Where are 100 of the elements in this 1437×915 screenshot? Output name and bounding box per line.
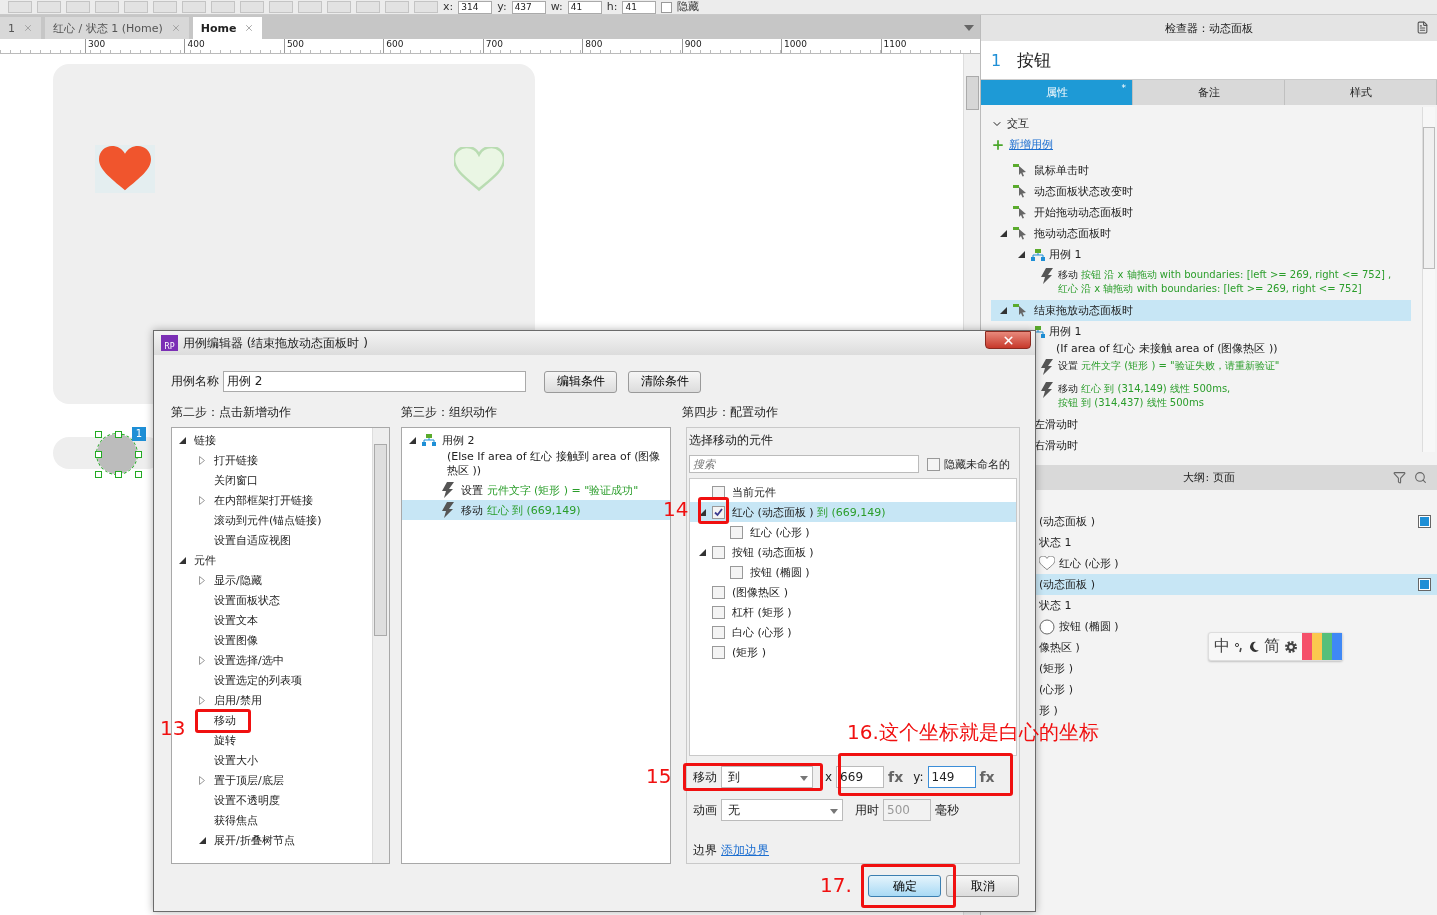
- checkbox[interactable]: [661, 1, 673, 13]
- action-item[interactable]: 旋转: [214, 732, 236, 748]
- action-item[interactable]: 设置图像: [214, 632, 258, 648]
- action-item[interactable]: 设置选定的列表项: [214, 672, 302, 688]
- move-type-select[interactable]: 到: [721, 766, 813, 789]
- outline-item[interactable]: 红心 (心形 ): [1059, 556, 1119, 571]
- input-field[interactable]: 437: [511, 0, 546, 14]
- ime-mode[interactable]: 中: [1214, 636, 1230, 657]
- event-label[interactable]: 鼠标单击时: [1034, 163, 1089, 178]
- caret-icon[interactable]: [800, 776, 808, 782]
- action-item[interactable]: 移动: [214, 712, 236, 728]
- cancel-button[interactable]: 取消: [946, 875, 1019, 897]
- ok-button[interactable]: 确定: [868, 875, 941, 897]
- caret-icon[interactable]: [830, 809, 838, 815]
- animation-select[interactable]: 无: [721, 799, 843, 822]
- case-label[interactable]: 用例 2: [442, 432, 475, 448]
- action-item[interactable]: 设置大小: [214, 752, 258, 768]
- plus-icon[interactable]: [991, 137, 1005, 152]
- widget-item[interactable]: (图像热区 ): [732, 584, 789, 600]
- action-item[interactable]: 关闭窗口: [214, 472, 258, 488]
- fx-button[interactable]: fx: [979, 769, 995, 786]
- expanded-triangle-icon[interactable]: [178, 436, 186, 444]
- search-icon[interactable]: [1414, 471, 1427, 484]
- collapsed-triangle-icon[interactable]: [199, 695, 205, 705]
- close-icon[interactable]: [244, 23, 255, 33]
- input-field[interactable]: 314: [458, 0, 493, 14]
- page-tab[interactable]: Home: [192, 17, 263, 39]
- outline-item[interactable]: 形 ): [1039, 703, 1058, 718]
- scrollbar[interactable]: [1422, 107, 1435, 452]
- action-text[interactable]: 设置 元件文字 (矩形 ) = "验证失败，请重新验证": [1058, 359, 1280, 375]
- outline-item[interactable]: 状态 1: [1039, 598, 1072, 613]
- x-field[interactable]: 669: [836, 766, 885, 789]
- action-item[interactable]: 设置不透明度: [214, 792, 280, 808]
- fx-button[interactable]: fx: [888, 769, 904, 786]
- expanded-triangle-icon[interactable]: [999, 230, 1007, 237]
- dialog-button[interactable]: 编辑条件: [544, 370, 617, 393]
- action-item[interactable]: 展开/折叠树节点: [214, 832, 295, 848]
- action-item[interactable]: 设置文本: [214, 612, 258, 628]
- resize-handle[interactable]: [95, 431, 102, 438]
- outline-item[interactable]: 按钮 (椭圆 ): [1059, 619, 1119, 634]
- expanded-triangle-icon[interactable]: [698, 508, 706, 516]
- close-button[interactable]: [985, 331, 1031, 349]
- moon-icon[interactable]: [1248, 640, 1260, 653]
- widget-item[interactable]: 红心 (心形 ): [750, 524, 810, 540]
- document-icon[interactable]: [1416, 21, 1429, 34]
- action-item[interactable]: 滚动到元件(锚点链接): [214, 512, 322, 528]
- scrollbar-thumb[interactable]: [374, 444, 387, 636]
- checkbox[interactable]: [927, 457, 940, 471]
- search-field[interactable]: 搜索: [689, 455, 919, 473]
- checkbox[interactable]: [712, 605, 725, 619]
- scrollbar-thumb[interactable]: [966, 76, 979, 110]
- action-item[interactable]: 设置面板状态: [214, 592, 280, 608]
- outline-item[interactable]: (心形 ): [1039, 682, 1074, 697]
- dialog-button[interactable]: 清除条件: [628, 370, 701, 393]
- outline-item[interactable]: (矩形 ): [1039, 661, 1074, 676]
- widget-item[interactable]: 杠杆 (矩形 ): [732, 604, 792, 620]
- event-label[interactable]: 拖动动态面板时: [1034, 226, 1111, 241]
- collapsed-triangle-icon[interactable]: [199, 495, 205, 505]
- widget-item[interactable]: 按钮 (椭圆 ): [750, 564, 810, 580]
- add-case-link[interactable]: 新增用例: [1009, 137, 1053, 152]
- action-item[interactable]: 启用/禁用: [214, 692, 262, 708]
- checkbox[interactable]: [712, 645, 725, 659]
- action-item[interactable]: 打开链接: [214, 452, 258, 468]
- collapsed-triangle-icon[interactable]: [199, 775, 205, 785]
- resize-handle[interactable]: [95, 471, 102, 478]
- y-field[interactable]: 149: [927, 766, 976, 789]
- outline-item[interactable]: 像热区 ): [1039, 640, 1080, 655]
- expanded-triangle-icon[interactable]: [408, 436, 416, 444]
- widget-item[interactable]: 白心 (心形 ): [732, 624, 792, 640]
- action-item[interactable]: 设置选择/选中: [214, 652, 284, 668]
- dropdown-caret-icon[interactable]: [964, 25, 974, 31]
- input-field[interactable]: 41: [622, 0, 657, 14]
- checkbox[interactable]: [712, 505, 725, 519]
- collapsed-triangle-icon[interactable]: [199, 455, 205, 465]
- scrollbar-thumb[interactable]: [1423, 127, 1435, 269]
- checkbox[interactable]: [712, 585, 725, 599]
- action-text[interactable]: 移动 红心 到 (314,149) 线性 500ms, 按钮 到 (314,437) 线性 500ms: [1058, 382, 1231, 410]
- filter-icon[interactable]: [1393, 471, 1406, 484]
- resize-handle[interactable]: [115, 431, 122, 438]
- resize-handle[interactable]: [135, 471, 142, 478]
- action-item[interactable]: 置于顶层/底层: [214, 772, 284, 788]
- action-text[interactable]: 移动 按钮 沿 x 轴拖动 with boundaries: [left >= 269, right <= 752] , 红心 沿 x 轴拖动 with boundaries: [left >= 269, right <= 752]: [1058, 268, 1392, 296]
- collapsed-triangle-icon[interactable]: [199, 575, 205, 585]
- case-name-field[interactable]: 用例 2: [223, 371, 526, 392]
- checkbox[interactable]: [712, 625, 725, 639]
- action-item[interactable]: 在内部框架打开链接: [214, 492, 313, 508]
- outline-item[interactable]: (动态面板 ): [1039, 577, 1096, 592]
- action-group[interactable]: 元件: [194, 552, 216, 568]
- punctuation-icon[interactable]: [1234, 640, 1244, 653]
- input-field[interactable]: 41: [567, 0, 602, 14]
- case-label[interactable]: 用例 1: [1049, 247, 1082, 262]
- ime-mode[interactable]: 简: [1264, 636, 1280, 657]
- resize-handle[interactable]: [95, 451, 102, 458]
- expanded-triangle-icon[interactable]: [1017, 251, 1025, 258]
- outline-item[interactable]: (动态面板 ): [1039, 514, 1096, 529]
- action-text[interactable]: 设置 元件文字 (矩形 ) = "验证成功": [461, 482, 639, 498]
- event-label[interactable]: 动态面板状态改变时: [1034, 184, 1133, 199]
- add-bounds-link[interactable]: 添加边界: [721, 841, 769, 859]
- checkbox[interactable]: [730, 565, 743, 579]
- checkbox[interactable]: [712, 545, 725, 559]
